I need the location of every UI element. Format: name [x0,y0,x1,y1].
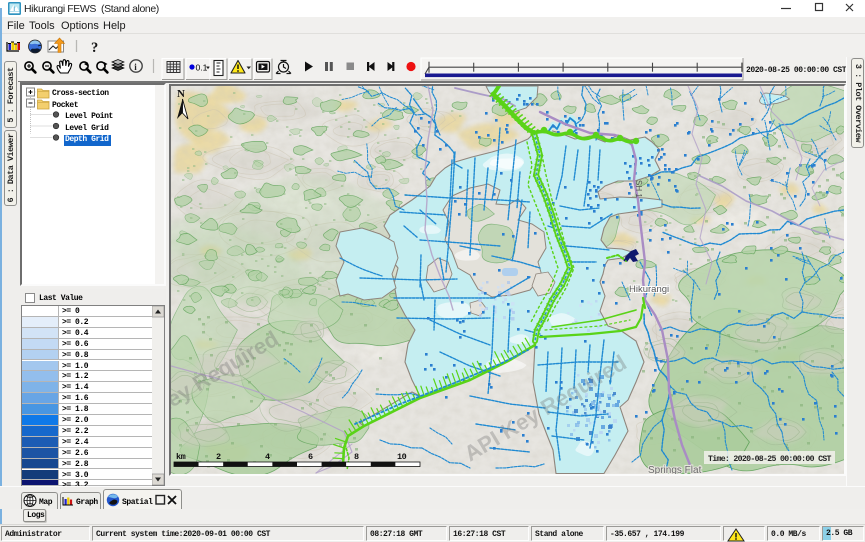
svg-text:SH 1: SH 1 [634,180,643,198]
svg-text:4: 4 [265,452,270,462]
svg-text:0.1: 0.1 [196,63,208,73]
svg-text:Springs Flat: Springs Flat [648,465,702,474]
svg-text:N: N [177,88,185,100]
svg-text:8: 8 [354,452,359,462]
svg-text:2: 2 [216,452,221,462]
svg-text:Time: 2020-08-25 00:00:00 CST: Time: 2020-08-25 00:00:00 CST [708,454,832,464]
svg-text:km: km [176,452,186,462]
svg-text:10: 10 [397,452,407,462]
svg-text:?: ? [91,40,98,56]
svg-text:6: 6 [308,452,313,462]
svg-text:i: i [134,62,137,72]
svg-text:Hikurangi: Hikurangi [629,284,669,295]
